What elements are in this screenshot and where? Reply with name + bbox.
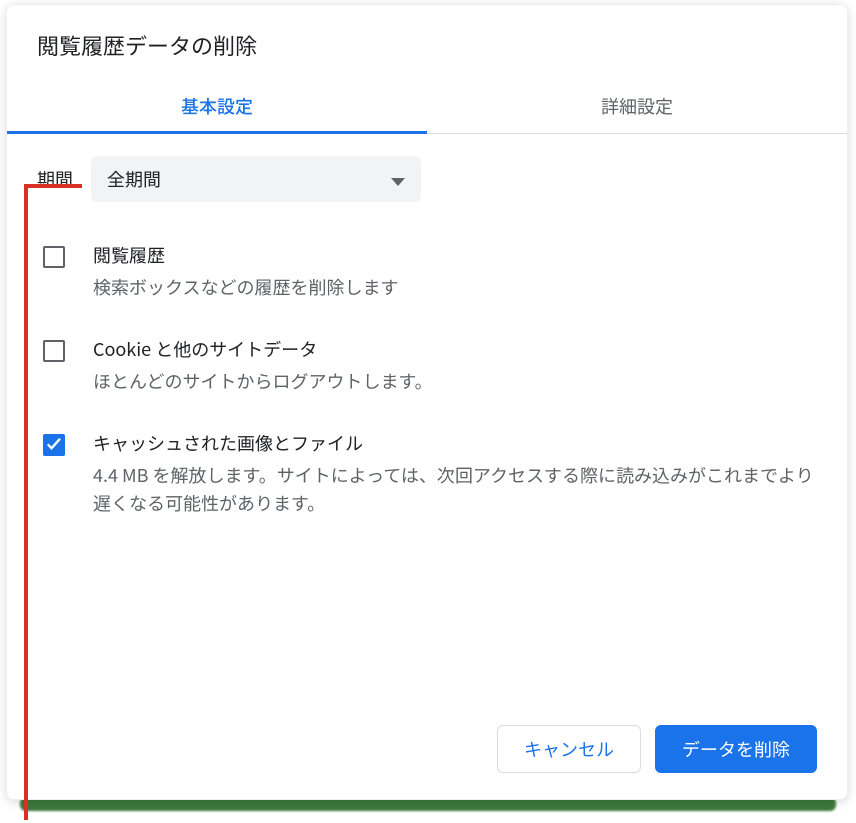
option-desc: 検索ボックスなどの履歴を削除します (93, 274, 817, 302)
cancel-button-label: キャンセル (524, 736, 614, 762)
option-browsing-history: 閲覧履歴 検索ボックスなどの履歴を削除します (37, 242, 817, 302)
checkbox-cached-images[interactable] (43, 434, 65, 456)
cancel-button[interactable]: キャンセル (497, 725, 641, 773)
dialog-actions: キャンセル データを削除 (7, 725, 847, 799)
dropdown-icon (391, 166, 405, 192)
option-desc: 4.4 MB を解放します。サイトによっては、次回アクセスする際に読み込みがこれ… (93, 462, 817, 518)
checkbox-browsing-history[interactable] (43, 246, 65, 268)
tab-basic[interactable]: 基本設定 (7, 79, 427, 133)
option-title: Cookie と他のサイトデータ (93, 336, 817, 362)
clear-data-button[interactable]: データを削除 (655, 725, 817, 773)
clear-data-button-label: データを削除 (682, 736, 790, 762)
dialog-content: 期間 全期間 閲覧履歴 検索ボックスなどの履歴を削除します Cookie と他の… (7, 134, 847, 725)
tab-advanced-label: 詳細設定 (601, 93, 673, 119)
dialog-title: 閲覧履歴データの削除 (7, 5, 847, 79)
option-cookies: Cookie と他のサイトデータ ほとんどのサイトからログアウトします。 (37, 336, 817, 396)
time-range-select[interactable]: 全期間 (91, 156, 421, 202)
time-range-label: 期間 (37, 166, 73, 192)
tab-advanced[interactable]: 詳細設定 (427, 79, 847, 133)
tabs: 基本設定 詳細設定 (7, 79, 847, 134)
option-text: キャッシュされた画像とファイル 4.4 MB を解放します。サイトによっては、次… (93, 430, 817, 518)
time-range-row: 期間 全期間 (37, 156, 817, 202)
option-title: キャッシュされた画像とファイル (93, 430, 817, 456)
option-title: 閲覧履歴 (93, 242, 817, 268)
option-cached-images: キャッシュされた画像とファイル 4.4 MB を解放します。サイトによっては、次… (37, 430, 817, 518)
option-text: 閲覧履歴 検索ボックスなどの履歴を削除します (93, 242, 817, 302)
time-range-value: 全期間 (107, 166, 161, 192)
checkbox-cookies[interactable] (43, 340, 65, 362)
option-desc: ほとんどのサイトからログアウトします。 (93, 368, 817, 396)
tab-basic-label: 基本設定 (181, 93, 253, 119)
option-text: Cookie と他のサイトデータ ほとんどのサイトからログアウトします。 (93, 336, 817, 396)
annotation-highlight-line (24, 184, 28, 820)
clear-browsing-data-dialog: 閲覧履歴データの削除 基本設定 詳細設定 期間 全期間 閲覧履歴 検索ボックスな… (6, 4, 848, 800)
